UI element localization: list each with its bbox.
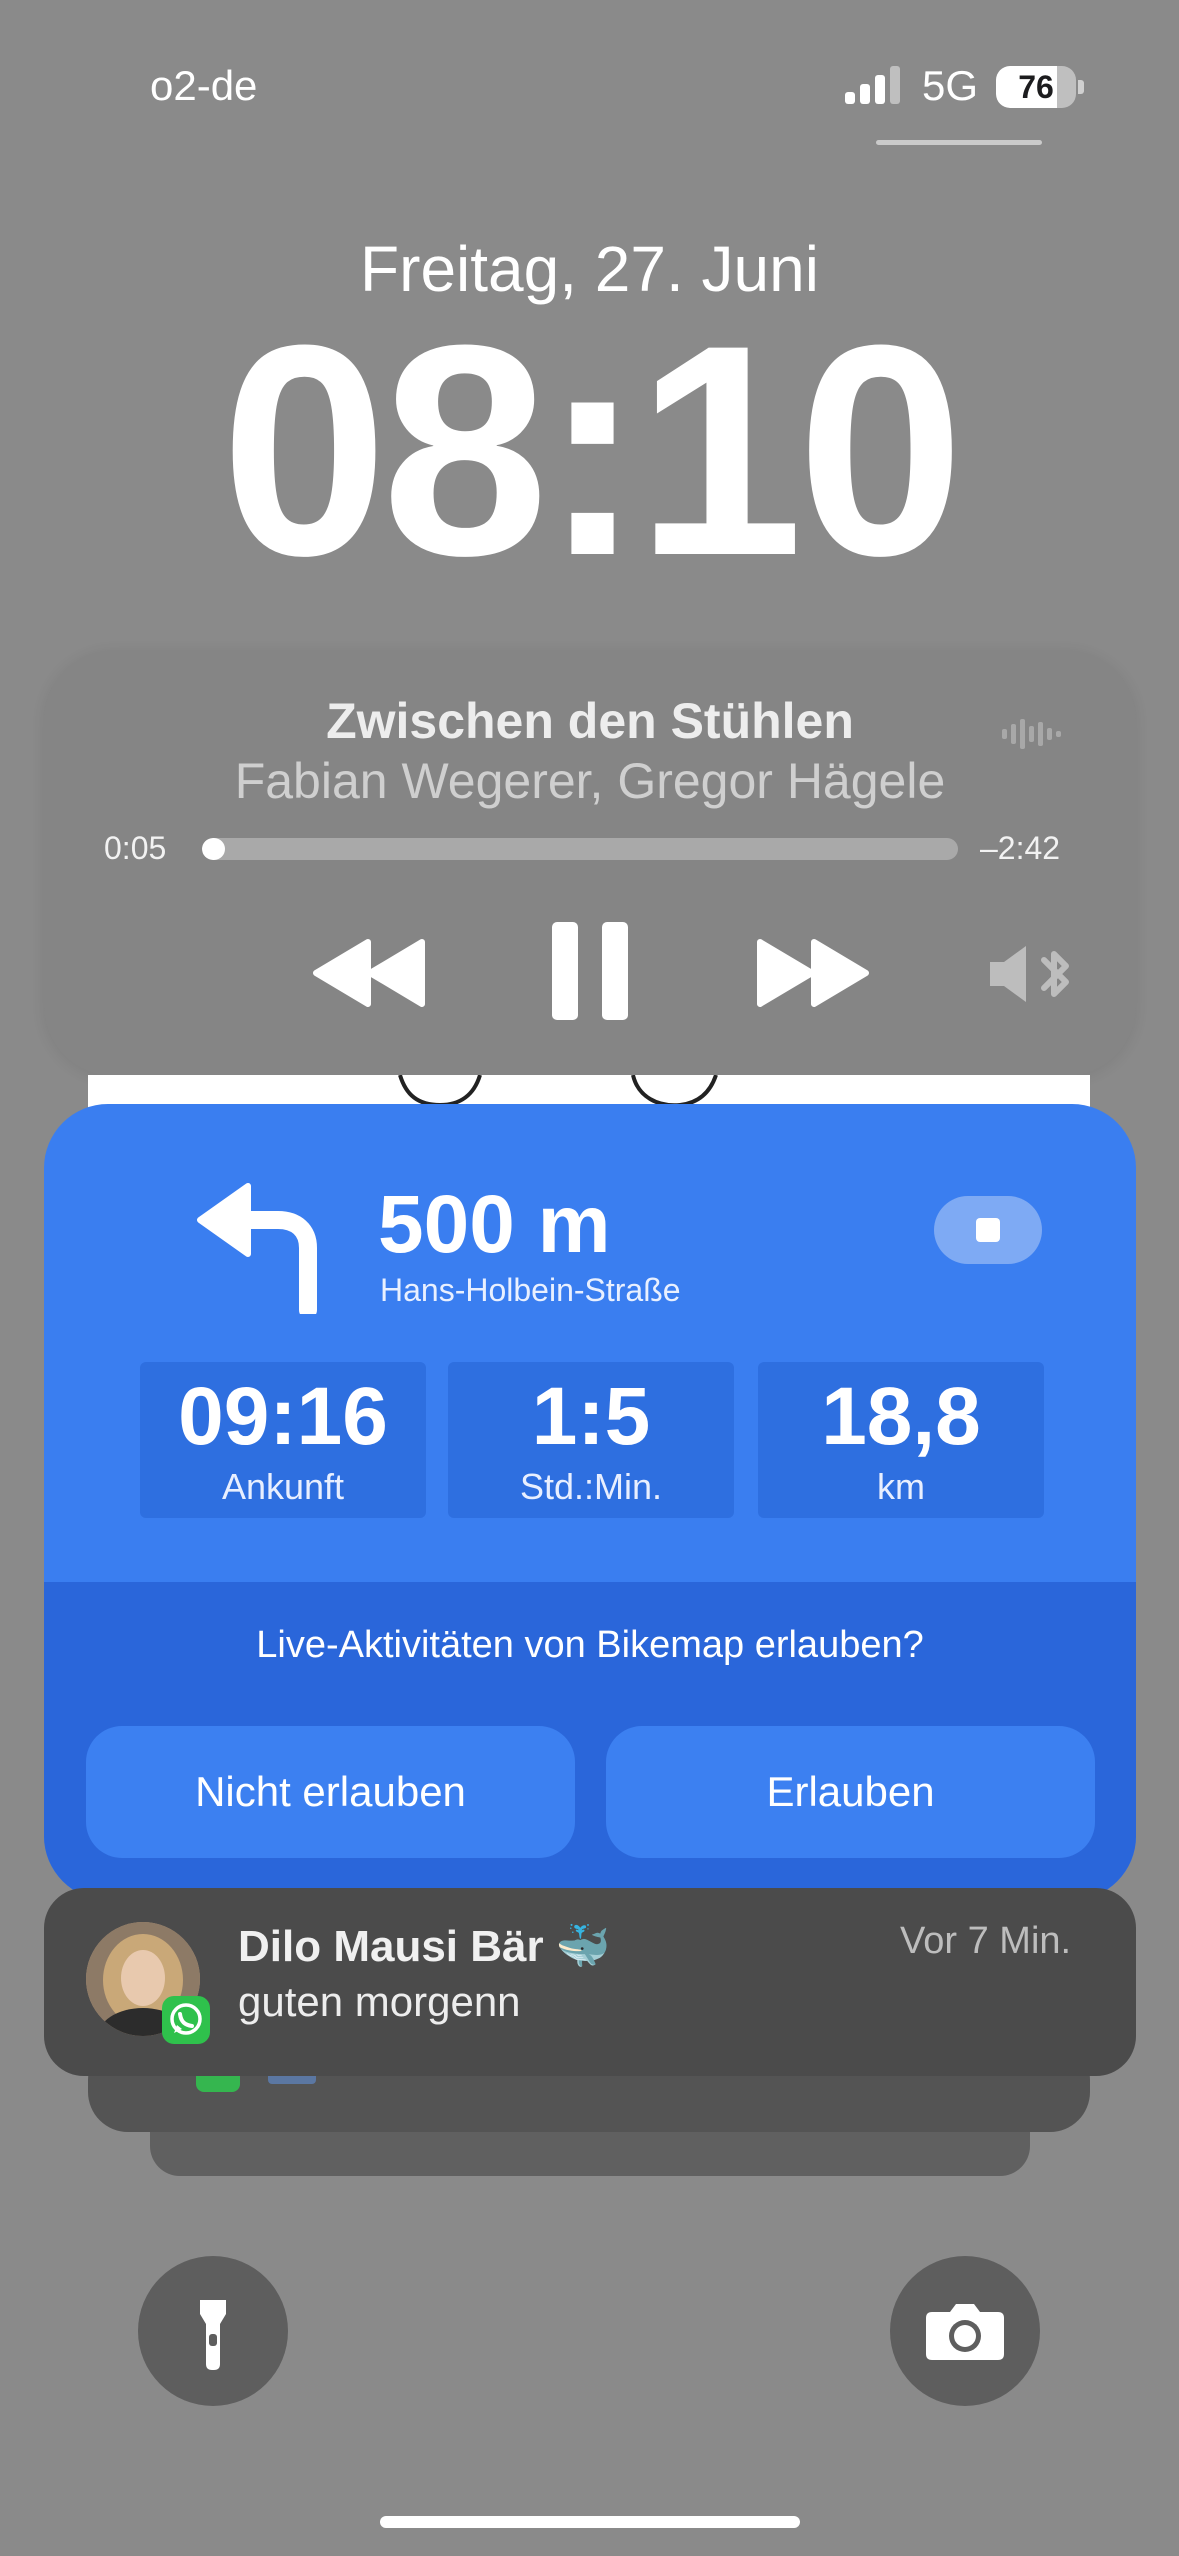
camera-icon [926, 2304, 1004, 2360]
battery-percent-label: 76 [1018, 69, 1054, 105]
lock-screen-time: 08:10 [220, 282, 964, 618]
street-name: Hans-Holbein-Straße [380, 1272, 681, 1308]
deny-button[interactable]: Nicht erlauben [86, 1726, 575, 1858]
network-type-label: 5G [922, 62, 979, 109]
rewind-button[interactable] [312, 938, 426, 1008]
rewind-icon [313, 939, 425, 1007]
arrival-time: 09:16 [178, 1371, 388, 1462]
notification-timestamp: Vor 7 Min. [900, 1920, 1072, 1962]
duration-label: Std.:Min. [519, 1466, 663, 1507]
pause-icon [552, 922, 628, 1020]
battery-icon: 76 [996, 66, 1076, 108]
permission-prompt-text: Live-Aktivitäten von Bikemap erlauben? [256, 1624, 924, 1666]
fast-forward-button[interactable] [756, 938, 870, 1008]
notification-sender: Dilo Mausi Bär 🐳 [238, 1922, 611, 1971]
home-indicator[interactable] [380, 2516, 800, 2528]
arrival-stat: 09:16 Ankunft [140, 1362, 426, 1518]
camera-button[interactable] [890, 2256, 1040, 2406]
playback-progress-fill [202, 838, 225, 860]
bluetooth-icon [1041, 951, 1069, 997]
remaining-distance-value: 18,8 [821, 1371, 981, 1462]
playback-scrubber[interactable] [202, 838, 958, 860]
speaker-icon [990, 946, 1026, 1002]
elapsed-time: 0:05 [104, 830, 167, 866]
whatsapp-notification[interactable] [44, 1888, 1136, 2076]
carrier-label: o2-de [150, 62, 258, 109]
flashlight-icon [200, 2300, 226, 2370]
stop-navigation-button[interactable] [934, 1196, 1042, 1264]
turn-left-arrow-icon [197, 1183, 317, 1314]
remaining-time: –2:42 [980, 830, 1061, 866]
remaining-distance-label: km [877, 1466, 925, 1507]
song-title: Zwischen den Stühlen [326, 693, 854, 749]
duration-value: 1:5 [531, 1371, 651, 1462]
pause-button[interactable] [548, 918, 632, 1024]
fast-forward-icon [757, 939, 869, 1007]
whatsapp-icon [162, 1996, 210, 2044]
cellular-signal-icon [845, 64, 905, 104]
allow-button[interactable]: Erlauben [606, 1726, 1095, 1858]
remaining-distance-stat: 18,8 km [758, 1362, 1044, 1518]
duration-stat: 1:5 Std.:Min. [448, 1362, 734, 1518]
battery-terminal [1078, 80, 1084, 94]
bluetooth-speaker-button[interactable] [986, 942, 1076, 1006]
song-artist: Fabian Wegerer, Gregor Hägele [234, 753, 946, 809]
notification-message: guten morgenn [238, 1978, 521, 2025]
waveform-icon [1002, 719, 1061, 749]
control-center-indicator[interactable] [876, 140, 1042, 145]
stop-icon [976, 1218, 1000, 1242]
flashlight-button[interactable] [138, 2256, 288, 2406]
turn-distance: 500 m [378, 1179, 611, 1270]
arrival-label: Ankunft [221, 1466, 345, 1507]
